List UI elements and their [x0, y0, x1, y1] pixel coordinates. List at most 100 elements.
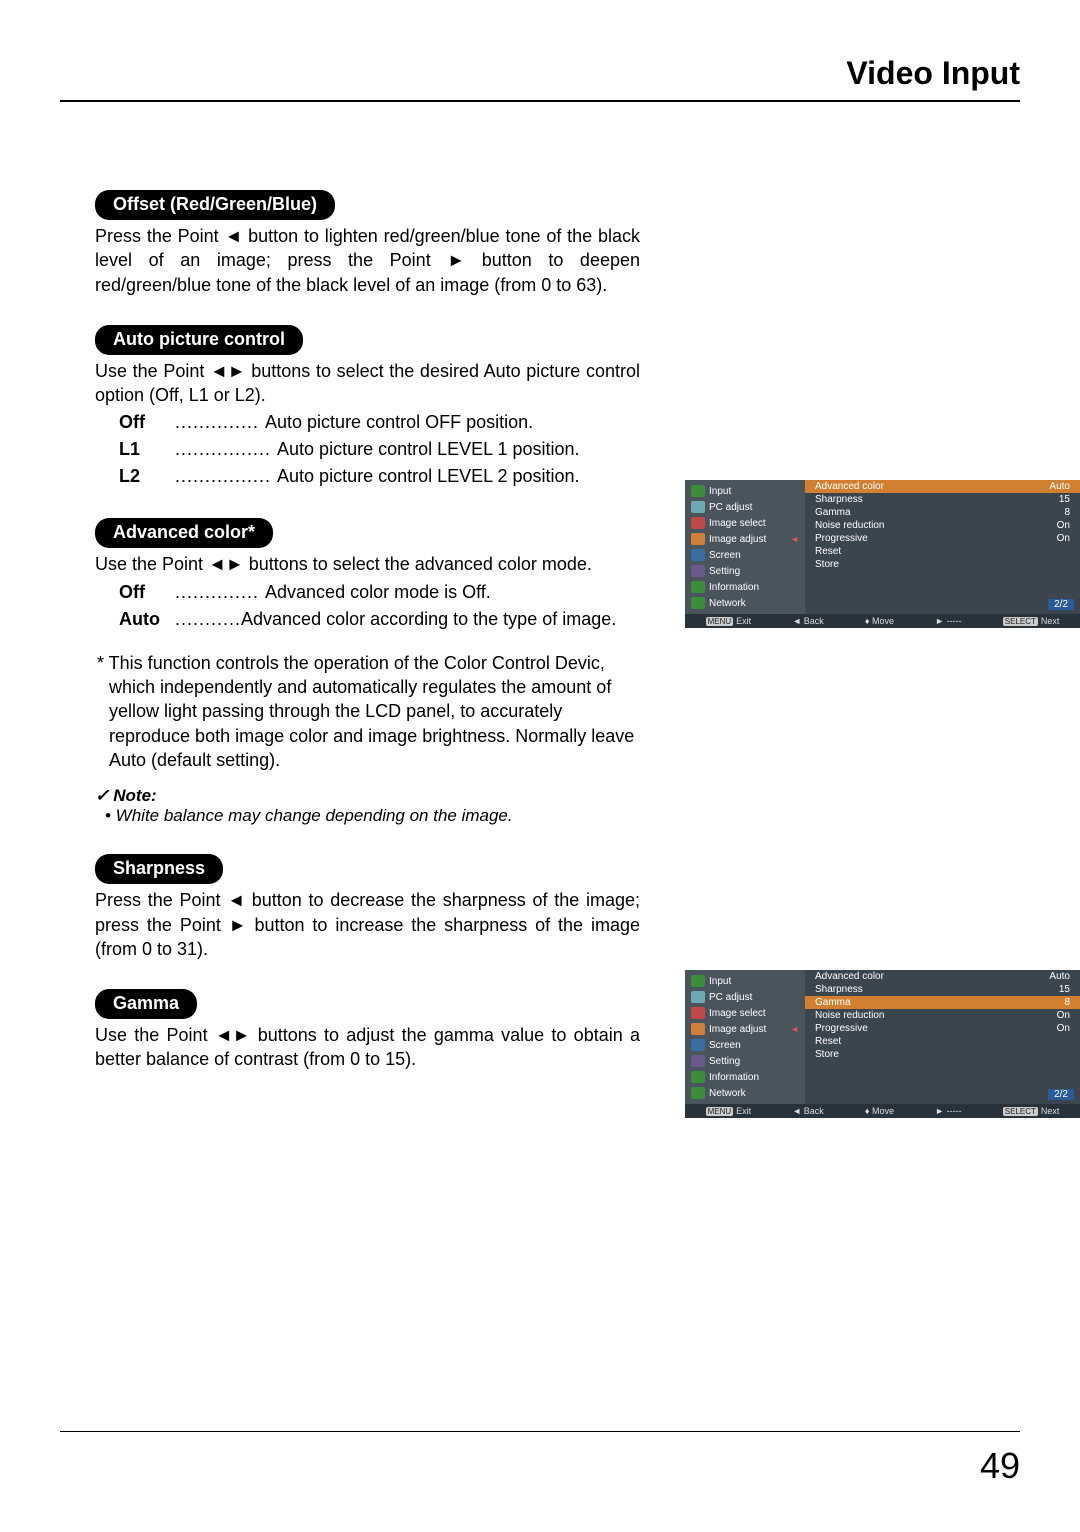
osd-row[interactable]: Sharpness15	[805, 983, 1080, 996]
osd-row-label: Reset	[815, 546, 841, 557]
osd-row[interactable]: Reset	[805, 1035, 1080, 1048]
osd-footer-next: SELECTNext	[1003, 1106, 1060, 1116]
osd-nav-item[interactable]: Image adjust	[685, 531, 805, 547]
osd-row[interactable]: Sharpness15	[805, 493, 1080, 506]
osd-row-value: 15	[1059, 494, 1070, 505]
osd-nav-item[interactable]: Image select	[685, 515, 805, 531]
osd-footer-move: ♦ Move	[865, 616, 894, 626]
osd-row[interactable]: Store	[805, 558, 1080, 571]
check-icon: ✓	[95, 786, 109, 805]
osd-nav-item[interactable]: Information	[685, 579, 805, 595]
footer-rule	[60, 1431, 1020, 1432]
note-heading-text: Note:	[113, 786, 156, 805]
heading-offset: Offset (Red/Green/Blue)	[95, 190, 335, 220]
osd-row-value: On	[1057, 1010, 1070, 1021]
heading-advanced-color: Advanced color*	[95, 518, 273, 548]
osd-nav-item[interactable]: Image adjust	[685, 1021, 805, 1037]
osd-nav: Input PC adjust Image select Image adjustSc…	[685, 480, 805, 614]
osd-nav-icon	[691, 597, 705, 609]
osd-row[interactable]: Gamma8	[805, 996, 1080, 1009]
menu-key-icon: MENU	[706, 617, 734, 626]
page-header-title: Video Input	[846, 55, 1020, 92]
heading-gamma: Gamma	[95, 989, 197, 1019]
osd-nav-item[interactable]: Information	[685, 1069, 805, 1085]
def-dots: ..............	[175, 582, 265, 602]
osd-page-indicator: 2/2	[1048, 599, 1074, 610]
def-desc: Auto picture control LEVEL 2 position.	[277, 463, 580, 490]
osd-nav-item[interactable]: Network	[685, 1085, 805, 1101]
offset-body: Press the Point ◄ button to lighten red/…	[95, 224, 640, 297]
osd-row[interactable]: ProgressiveOn	[805, 532, 1080, 545]
osd-footer-back-label: Back	[804, 1106, 824, 1116]
heading-auto-picture-control: Auto picture control	[95, 325, 303, 355]
osd-nav-label: Information	[709, 582, 759, 593]
osd-nav-item[interactable]: PC adjust	[685, 499, 805, 515]
def-dots: ................	[175, 466, 277, 486]
def-label: Off	[119, 579, 175, 606]
osd-row-label: Advanced color	[815, 481, 884, 492]
osd-row[interactable]: Noise reduction On	[805, 1009, 1080, 1022]
osd-row-label: Noise reduction	[815, 1010, 884, 1021]
osd-nav-icon	[691, 1087, 705, 1099]
osd-nav-label: Setting	[709, 566, 740, 577]
osd-row-value: On	[1057, 1023, 1070, 1034]
osd-menu-advanced-color: Input PC adjust Image select Image adjustSc…	[685, 480, 1080, 628]
osd-row[interactable]: Advanced colorAuto	[805, 480, 1080, 493]
osd-main: Advanced colorAutoSharpness15Gamma8Noise…	[805, 970, 1080, 1104]
osd-row-label: Gamma	[815, 997, 851, 1008]
def-desc: Auto picture control OFF position.	[265, 409, 533, 436]
osd-menu-gamma: Input PC adjust Image select Image adjustSc…	[685, 970, 1080, 1118]
osd-nav-icon	[691, 1023, 705, 1035]
autopic-intro: Use the Point ◄► buttons to select the d…	[95, 359, 640, 408]
osd-row[interactable]: Advanced colorAuto	[805, 970, 1080, 983]
osd-nav-item[interactable]: Input	[685, 483, 805, 499]
osd-nav-item[interactable]: Setting	[685, 1053, 805, 1069]
select-key-icon: SELECT	[1003, 1107, 1038, 1116]
osd-footer: MENUExit ◄ Back ♦ Move ► ----- SELECTNex…	[685, 1104, 1080, 1118]
osd-row[interactable]: Progressive On	[805, 1022, 1080, 1035]
osd-nav-label: Information	[709, 1072, 759, 1083]
osd-nav-label: PC adjust	[709, 992, 752, 1003]
osd-nav-item[interactable]: Setting	[685, 563, 805, 579]
osd-nav-label: Image select	[709, 1008, 766, 1019]
osd-row[interactable]: Reset	[805, 545, 1080, 558]
osd-body: Input PC adjust Image select Image adjustSc…	[685, 970, 1080, 1104]
def-dots: ................	[175, 439, 277, 459]
osd-nav-icon	[691, 581, 705, 593]
osd-nav-item[interactable]: Screen	[685, 1037, 805, 1053]
osd-row-label: Store	[815, 559, 839, 570]
osd-row-value: Auto	[1049, 971, 1070, 982]
osd-row[interactable]: Noise reductionOn	[805, 519, 1080, 532]
heading-sharpness: Sharpness	[95, 854, 223, 884]
menu-key-icon: MENU	[706, 1107, 734, 1116]
osd-row[interactable]: Gamma8	[805, 506, 1080, 519]
osd-footer-dash-label: -----	[947, 616, 962, 626]
osd-footer-move-label: Move	[872, 1106, 894, 1116]
osd-nav-icon	[691, 1007, 705, 1019]
autopic-row-off: Off.............. Auto picture control O…	[95, 409, 640, 436]
osd-nav-item[interactable]: PC adjust	[685, 989, 805, 1005]
advcolor-row-auto: Auto........... Advanced color according…	[95, 606, 640, 633]
osd-nav-icon	[691, 533, 705, 545]
def-label: L2	[119, 463, 175, 490]
osd-row[interactable]: Store	[805, 1048, 1080, 1061]
note-body: • White balance may change depending on …	[95, 806, 640, 826]
advcolor-footnote: * This function controls the operation o…	[95, 651, 640, 772]
osd-nav-item[interactable]: Screen	[685, 547, 805, 563]
osd-row-label: Progressive	[815, 1023, 868, 1034]
osd-nav-icon	[691, 485, 705, 497]
osd-footer-move: ♦ Move	[865, 1106, 894, 1116]
gamma-body: Use the Point ◄► buttons to adjust the g…	[95, 1023, 640, 1072]
def-desc: Auto picture control LEVEL 1 position.	[277, 436, 580, 463]
osd-nav-item[interactable]: Image select	[685, 1005, 805, 1021]
osd-nav-item[interactable]: Network	[685, 595, 805, 611]
osd-row-label: Sharpness	[815, 984, 863, 995]
advcolor-intro: Use the Point ◄► buttons to select the a…	[95, 552, 640, 576]
osd-nav-label: Image select	[709, 518, 766, 529]
osd-nav-label: PC adjust	[709, 502, 752, 513]
osd-footer-dash-label: -----	[947, 1106, 962, 1116]
def-desc: Advanced color according to the type of …	[241, 606, 640, 633]
osd-nav-item[interactable]: Input	[685, 973, 805, 989]
osd-footer-next-label: Next	[1041, 616, 1060, 626]
osd-footer-exit: MENUExit	[706, 1106, 752, 1116]
